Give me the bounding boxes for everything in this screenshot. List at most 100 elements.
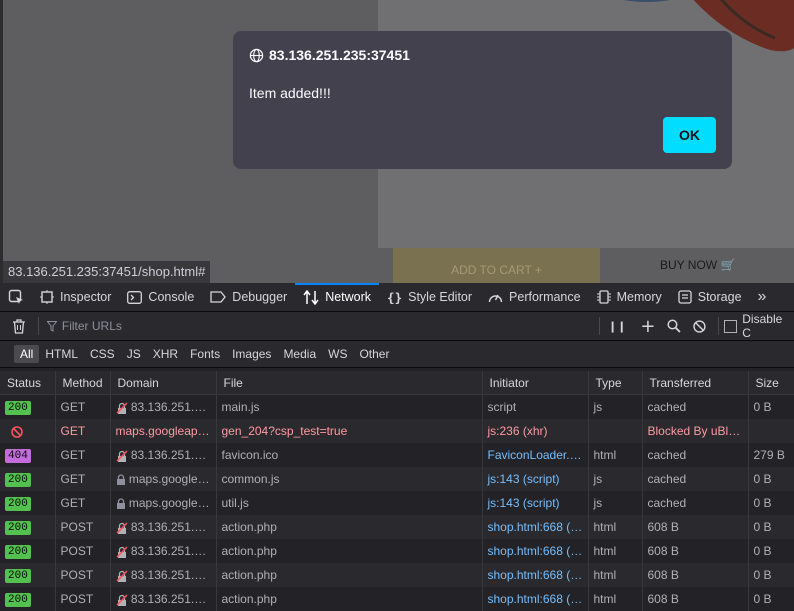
status-cell: 200: [0, 587, 56, 611]
table-row[interactable]: 404 GET 83.136.251.235:37451favicon.icoFa…: [0, 443, 794, 467]
table-row[interactable]: GET maps.googleapis.comgen_204?csp_test=t…: [0, 419, 794, 443]
column-method[interactable]: Method: [55, 371, 111, 395]
disable-cache-label: Disable C: [742, 312, 783, 340]
filter-xhr[interactable]: XHR: [147, 345, 184, 363]
column-initiator[interactable]: Initiator: [482, 371, 589, 395]
column-transferred[interactable]: Transferred: [642, 371, 749, 395]
domain-cell: 83.136.251.235:37451: [110, 587, 217, 611]
column-type[interactable]: Type: [588, 371, 643, 395]
filter-html[interactable]: HTML: [39, 345, 84, 363]
gauge-icon: [488, 294, 503, 302]
domain-cell: 83.136.251.235:37451: [110, 515, 217, 539]
status-cell: 200: [0, 467, 56, 491]
transferred-cell: cached: [642, 467, 749, 491]
filter-js[interactable]: JS: [121, 345, 147, 363]
insecure-lock-icon: [115, 546, 128, 558]
domain-cell: 83.136.251.235:37451: [110, 563, 217, 587]
initiator-cell[interactable]: js:236 (xhr): [482, 419, 589, 443]
initiator-cell[interactable]: js:143 (script): [482, 491, 589, 515]
transferred-cell: 608 B: [642, 515, 749, 539]
file-cell: action.php: [216, 539, 483, 563]
filter-all[interactable]: All: [14, 345, 40, 363]
pause-icon[interactable]: ❙❙: [608, 320, 626, 333]
tab-console[interactable]: Console: [119, 283, 202, 311]
type-cell: js: [588, 491, 643, 515]
filter-css[interactable]: CSS: [84, 345, 121, 363]
tab-network[interactable]: Network: [295, 283, 379, 311]
method-cell: GET: [55, 443, 111, 467]
table-row[interactable]: 200 GET 83.136.251.235:37451main.jsscript…: [0, 394, 794, 419]
ok-button[interactable]: OK: [663, 117, 716, 153]
domain-text: maps.googleapis.com: [128, 496, 215, 510]
size-cell: 0 B: [748, 563, 794, 587]
domain-text: maps.googleapis.com: [115, 424, 216, 438]
filter-media[interactable]: Media: [277, 345, 322, 363]
add-icon[interactable]: +: [640, 316, 655, 337]
type-cell: html: [588, 539, 643, 563]
table-row[interactable]: 200 POST 83.136.251.235:37451action.phpsh…: [0, 539, 794, 563]
add-to-cart-button[interactable]: ADD TO CART +: [393, 248, 600, 283]
table-row[interactable]: 200 POST 83.136.251.235:37451action.phpsh…: [0, 563, 794, 587]
search-icon[interactable]: [667, 319, 682, 333]
tab-performance[interactable]: Performance: [480, 283, 589, 311]
tab-label: Inspector: [60, 290, 112, 304]
filter-other[interactable]: Other: [353, 345, 395, 363]
dialog-origin-text: 83.136.251.235:37451: [269, 47, 410, 63]
filter-images[interactable]: Images: [226, 345, 277, 363]
dialog-message: Item added!!!: [249, 85, 331, 101]
method-cell: GET: [55, 394, 111, 419]
globe-icon: [249, 48, 264, 62]
initiator-cell[interactable]: shop.html:668 (xhr): [482, 587, 589, 611]
table-row[interactable]: 200 GET maps.googleapis.comcommon.jsjs:14…: [0, 467, 794, 491]
tab-label: Memory: [616, 290, 662, 304]
domain-cell: maps.googleapis.com: [110, 419, 217, 443]
filter-ws[interactable]: WS: [322, 345, 353, 363]
status-cell: 200: [0, 515, 56, 539]
size-cell: 0 B: [748, 467, 794, 491]
size-cell: [748, 419, 794, 443]
tab-debugger[interactable]: Debugger: [202, 283, 295, 311]
initiator-cell[interactable]: FaviconLoader.jsm: [482, 443, 589, 467]
filter-fonts[interactable]: Fonts: [184, 345, 226, 363]
network-toolbar: Filter URLs ❙❙ + Disable C: [0, 312, 794, 341]
devtools-tab-bar: Inspector Console Debugger Network {} St…: [0, 283, 794, 312]
status-badge: 200: [5, 593, 31, 607]
initiator-cell[interactable]: shop.html:668 (xhr): [482, 563, 589, 587]
tab-inspector[interactable]: Inspector: [32, 283, 119, 311]
initiator-cell[interactable]: shop.html:668 (xhr): [482, 539, 589, 563]
file-cell: util.js: [216, 491, 483, 515]
type-cell: js: [588, 394, 643, 419]
block-icon[interactable]: [693, 319, 707, 333]
initiator-cell[interactable]: js:143 (script): [482, 467, 589, 491]
debugger-icon: [210, 291, 227, 303]
element-picker-icon: [8, 289, 23, 304]
initiator-cell[interactable]: shop.html:668 (xhr): [482, 515, 589, 539]
tab-memory[interactable]: Memory: [589, 283, 670, 311]
tab-style-editor[interactable]: {} Style Editor: [379, 283, 480, 311]
tab-label: Storage: [697, 290, 742, 304]
disable-cache-checkbox[interactable]: [724, 319, 738, 333]
table-row[interactable]: 200 GET maps.googleapis.comutil.jsjs:143 …: [0, 491, 794, 515]
table-row[interactable]: 200 POST 83.136.251.235:37451action.phpsh…: [0, 515, 794, 539]
add-to-cart-label: ADD TO CART: [451, 263, 532, 277]
element-picker-button[interactable]: [0, 283, 32, 311]
inspector-icon: [40, 290, 54, 304]
column-status[interactable]: Status: [0, 371, 56, 395]
transferred-cell: 608 B: [642, 563, 749, 587]
column-domain[interactable]: Domain: [110, 371, 217, 395]
table-header: Status Method Domain File Initiator Type…: [0, 371, 794, 395]
status-cell: 200: [0, 491, 56, 515]
domain-text: 83.136.251.235:37451: [130, 448, 216, 462]
size-cell: 0 B: [748, 539, 794, 563]
table-row[interactable]: 200 POST 83.136.251.235:37451action.phpsh…: [0, 587, 794, 611]
trash-icon[interactable]: [12, 318, 26, 334]
filter-urls-input[interactable]: Filter URLs: [62, 319, 599, 333]
file-cell: favicon.ico: [216, 443, 483, 467]
column-size[interactable]: Size: [748, 371, 794, 395]
status-badge: 200: [5, 497, 31, 511]
column-file[interactable]: File: [216, 371, 483, 395]
tab-storage[interactable]: Storage: [670, 283, 750, 311]
method-cell: GET: [55, 491, 111, 515]
buy-now-link[interactable]: BUY NOW 🛒: [660, 258, 735, 272]
more-tabs-chevron-icon[interactable]: »: [750, 283, 775, 311]
